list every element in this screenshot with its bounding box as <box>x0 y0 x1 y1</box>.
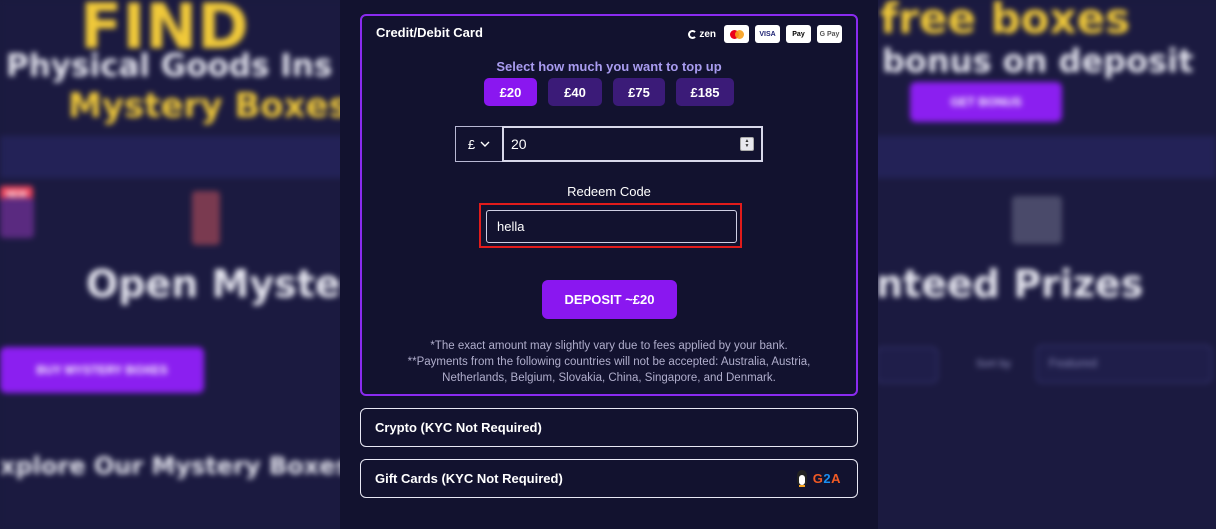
penguin-icon <box>796 470 807 487</box>
deposit-modal: Credit/Debit Card zen VISA Pay G Pay Sel… <box>340 0 878 529</box>
crypto-section[interactable]: Crypto (KYC Not Required) <box>360 408 858 447</box>
chevron-down-icon <box>480 141 490 147</box>
bg-search-field[interactable] <box>876 347 938 383</box>
gift-cards-title: Gift Cards (KYC Not Required) <box>375 471 563 486</box>
deposit-button[interactable]: DEPOSIT ~£20 <box>542 280 677 319</box>
amount-option-20[interactable]: £20 <box>484 78 537 106</box>
zen-icon: zen <box>688 29 716 40</box>
redeem-code-value: hella <box>497 219 525 234</box>
amount-option-75[interactable]: £75 <box>613 78 665 106</box>
top-up-subtitle: Select how much you want to top up <box>496 59 722 74</box>
hero-mystery-boxes: Mystery Boxes <box>68 86 349 126</box>
credit-card-title: Credit/Debit Card <box>376 25 483 40</box>
sort-select[interactable]: Featured <box>1036 345 1212 383</box>
mastercard-icon <box>724 25 749 43</box>
disclaimer-line-3: Netherlands, Belgium, Slovakia, China, S… <box>442 372 776 384</box>
redeem-code-label: Redeem Code <box>567 184 651 199</box>
hero-physical-goods: Physical Goods Ins <box>6 48 333 84</box>
disclaimer-line-2: **Payments from the following countries … <box>407 356 811 368</box>
payment-icons: zen VISA Pay G Pay <box>688 25 842 43</box>
product-thumb-2 <box>192 191 220 245</box>
open-mystery-heading: Open Myster <box>86 262 360 306</box>
sort-by-label: Sort by <box>976 358 1011 370</box>
redeem-code-input[interactable]: hella <box>486 210 737 243</box>
hero-free-boxes: free boxes <box>880 0 1131 43</box>
get-bonus-button[interactable]: GET BONUS <box>910 82 1062 122</box>
hero-bonus-deposit: bonus on deposit <box>882 42 1194 80</box>
credit-card-section[interactable]: Credit/Debit Card zen VISA Pay G Pay Sel… <box>360 14 858 396</box>
google-pay-icon: G Pay <box>817 25 842 43</box>
payment-disclaimer: *The exact amount may slightly vary due … <box>372 338 846 386</box>
amount-stepper[interactable]: ▲ ▼ <box>740 137 754 151</box>
g2a-logo: G2A <box>796 470 841 487</box>
guaranteed-prizes-heading: nteed Prizes <box>876 262 1144 306</box>
product-thumb-1 <box>0 198 34 238</box>
apple-pay-icon: Pay <box>786 25 811 43</box>
visa-icon: VISA <box>755 25 780 43</box>
amount-input-value: 20 <box>511 136 527 152</box>
disclaimer-line-1: *The exact amount may slightly vary due … <box>430 340 788 352</box>
explore-heading: xplore Our Mystery Boxes fo <box>0 452 386 480</box>
g2a-icon: G2A <box>812 470 841 486</box>
amount-options: £20 £40 £75 £185 <box>362 78 856 106</box>
custom-amount-row: £ 20 ▲ ▼ <box>455 126 763 162</box>
amount-input[interactable]: 20 ▲ ▼ <box>502 126 763 162</box>
product-thumb-3 <box>1012 196 1062 244</box>
gift-cards-section[interactable]: Gift Cards (KYC Not Required) G2A <box>360 459 858 498</box>
redeem-code-highlight: hella <box>479 203 742 248</box>
buy-mystery-boxes-button[interactable]: BUY MYSTERY BOXES <box>0 347 204 393</box>
amount-option-185[interactable]: £185 <box>676 78 734 106</box>
amount-option-40[interactable]: £40 <box>548 78 602 106</box>
currency-select[interactable]: £ <box>455 126 502 162</box>
crypto-title: Crypto (KYC Not Required) <box>375 420 542 435</box>
